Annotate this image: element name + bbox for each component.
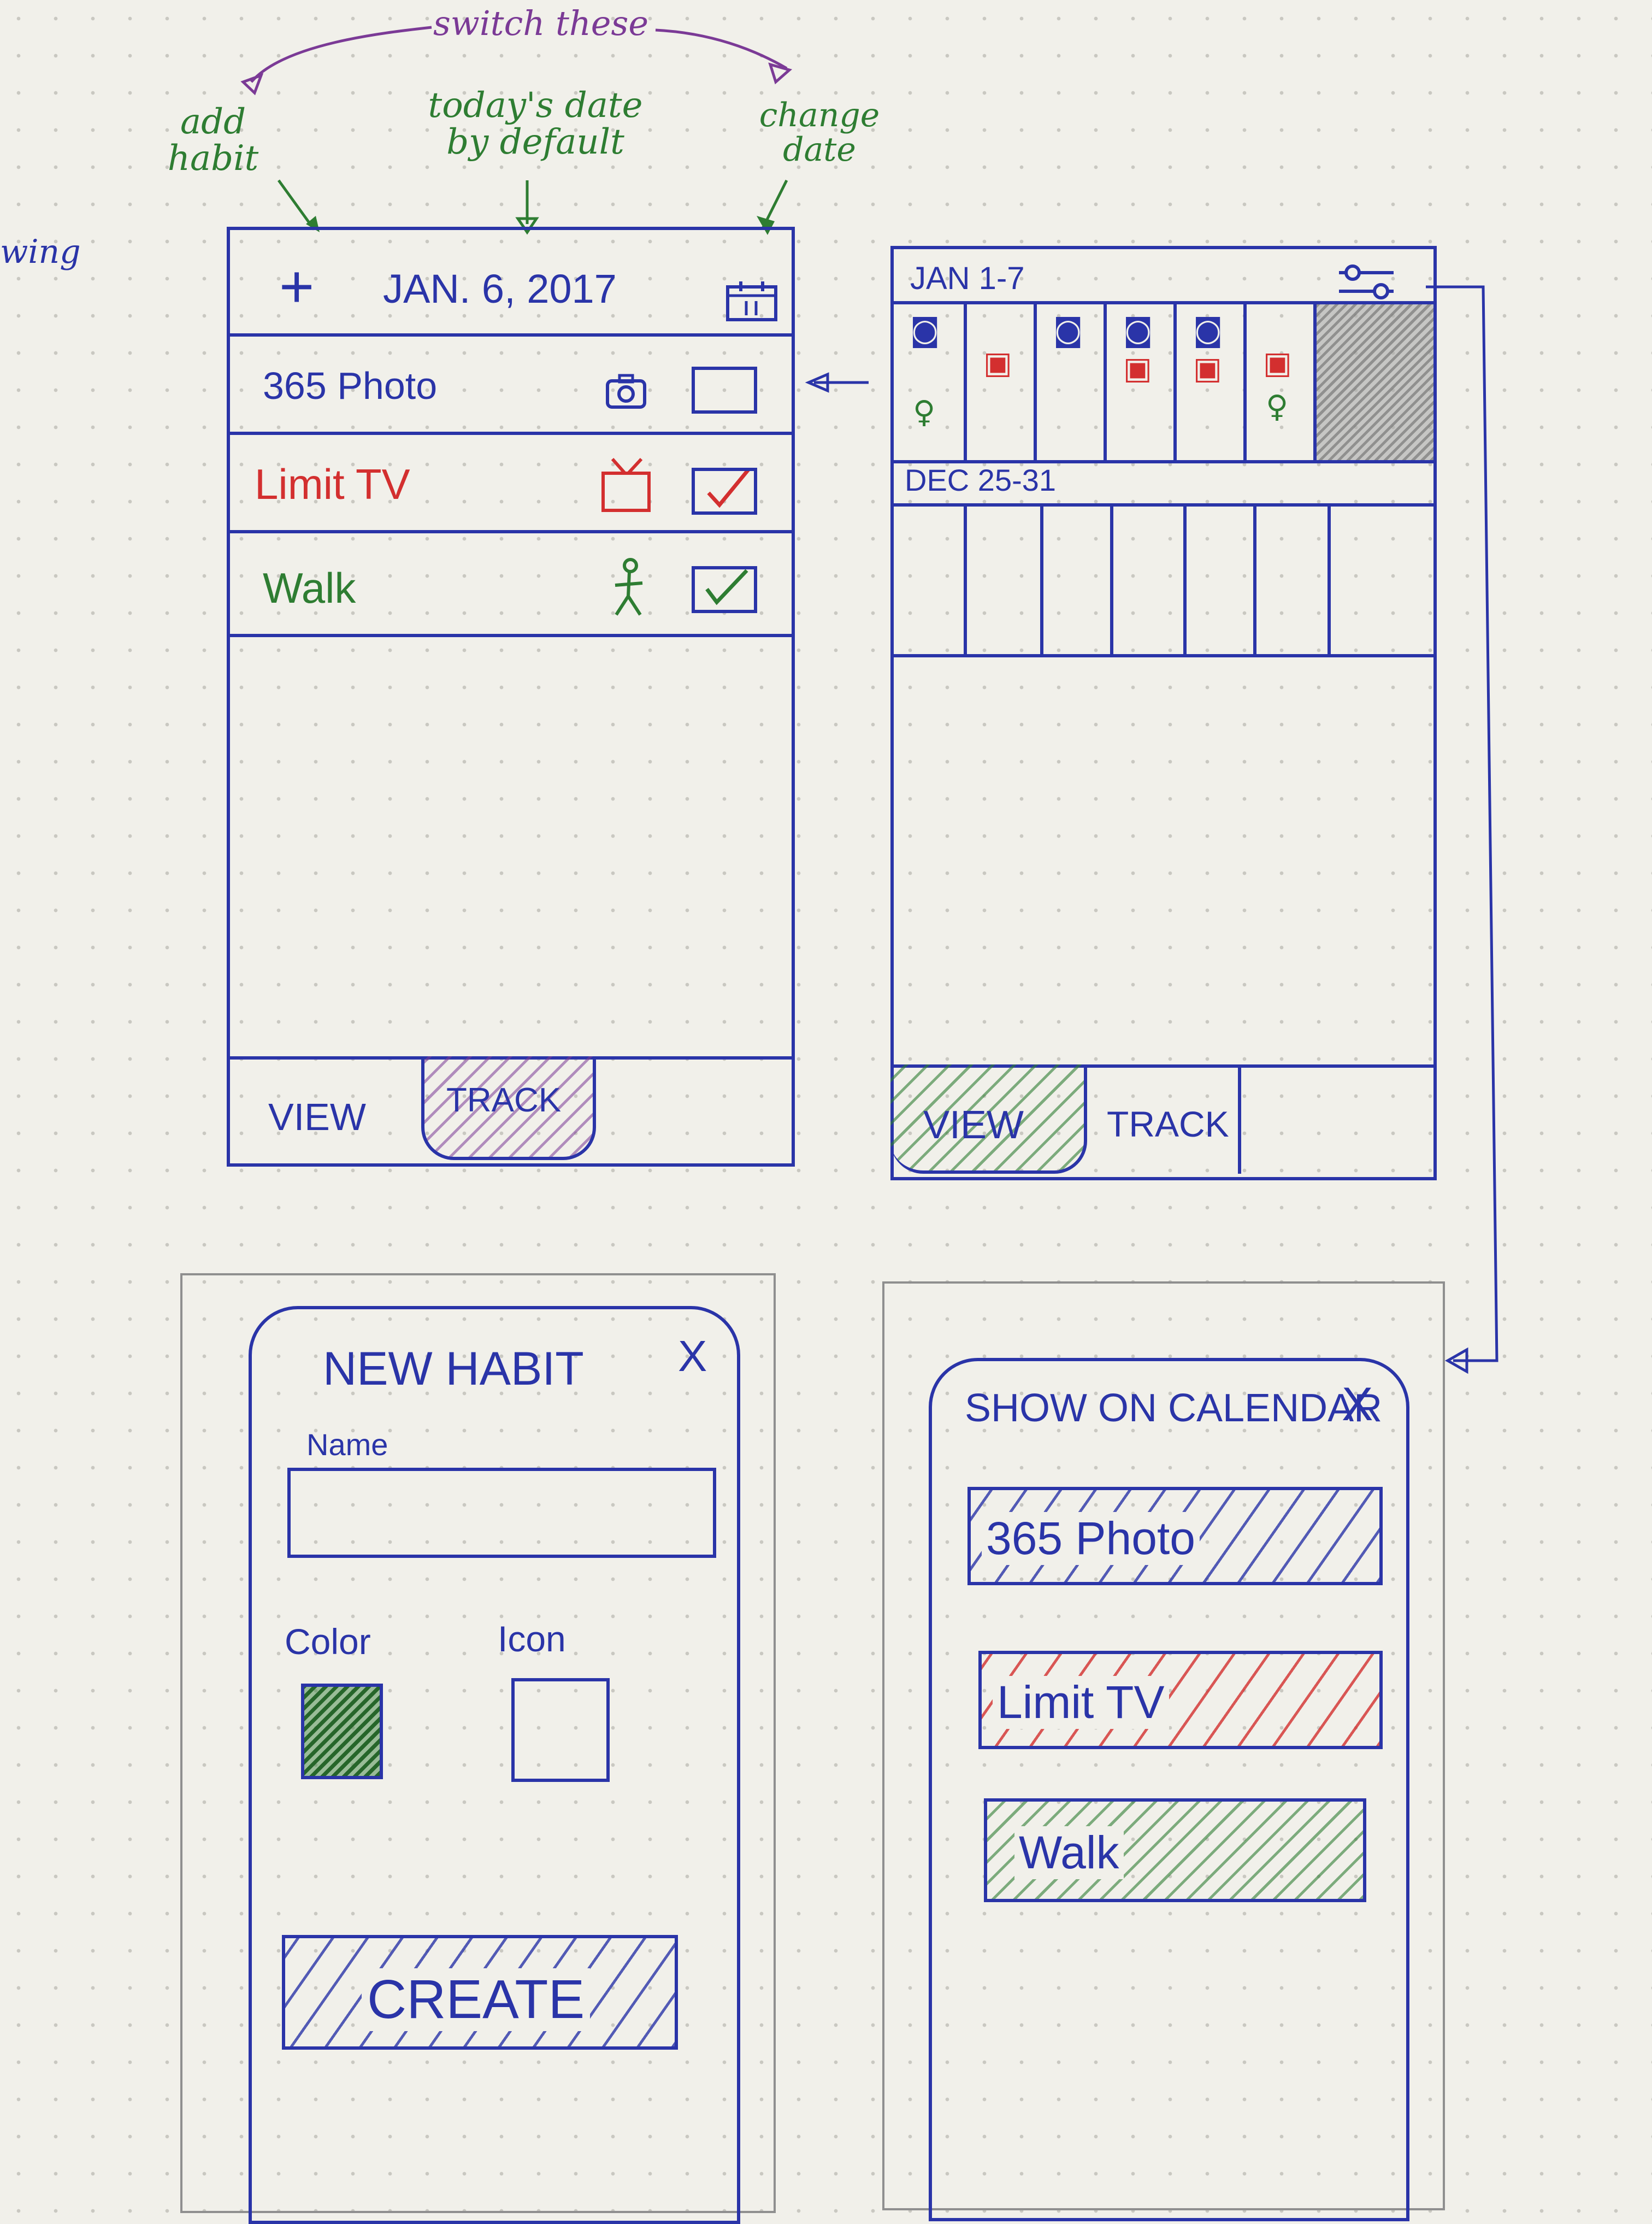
- tv-icon: ▣: [1193, 351, 1222, 386]
- habit-name: Limit TV: [255, 460, 410, 508]
- day-cell[interactable]: [1253, 507, 1328, 654]
- tab-track-label: TRACK: [446, 1081, 562, 1119]
- calendar-toggle-item[interactable]: 365 Photo: [967, 1487, 1383, 1585]
- day-cell[interactable]: [894, 507, 964, 654]
- habit-name: 365 Photo: [263, 364, 438, 407]
- week-label-dec: DEC 25-31: [905, 463, 1057, 497]
- check-icon: [705, 569, 748, 605]
- track-header: + JAN. 6, 2017: [230, 230, 792, 337]
- icon-picker[interactable]: [511, 1678, 610, 1782]
- camera-icon: [606, 374, 646, 409]
- habit-row[interactable]: 365 Photo: [230, 337, 792, 435]
- week-grid-dec: [894, 503, 1433, 657]
- calendar-toggle-item[interactable]: Limit TV: [978, 1651, 1383, 1749]
- show-calendar-modal: SHOW ON CALENDAR X 365 Photo Limit TV Wa…: [929, 1358, 1409, 2221]
- week-grid-jan: ◙ ♀ ▣ ◙ ◙ ▣ ◙ ▣ ▣ ♀: [894, 301, 1433, 463]
- new-habit-title: NEW HABIT: [323, 1343, 584, 1395]
- day-cell[interactable]: [964, 507, 1040, 654]
- annotation-add-habit: add habit: [167, 102, 259, 179]
- camera-icon: ◙: [1123, 313, 1153, 348]
- add-habit-button[interactable]: +: [279, 252, 314, 321]
- name-input[interactable]: [287, 1468, 716, 1558]
- day-cell-future: [1313, 304, 1433, 460]
- habit-row[interactable]: Limit TV: [230, 435, 792, 533]
- new-habit-modal: NEW HABIT X Name Color Icon CREATE: [249, 1306, 740, 2224]
- habit-checkbox[interactable]: [692, 468, 757, 515]
- calendar-toggle-item[interactable]: Walk: [984, 1798, 1366, 1902]
- tab-view-label: VIEW: [923, 1103, 1024, 1147]
- day-cell[interactable]: ◙ ▣: [1104, 304, 1173, 460]
- calendar-toggle-label: Limit TV: [993, 1676, 1169, 1729]
- view-screen: JAN 1-7 ◙ ♀ ▣ ◙ ◙ ▣ ◙ ▣ ▣ ♀ DEC 25-31 VI…: [890, 246, 1437, 1180]
- annotation-todays-date: today's date by default: [428, 85, 643, 163]
- day-cell[interactable]: [1040, 507, 1110, 654]
- view-tab-bar: VIEW TRACK: [890, 1064, 1433, 1177]
- tv-icon: ▣: [983, 345, 1012, 381]
- color-label: Color: [285, 1621, 371, 1662]
- calendar-toggle-label: Walk: [1014, 1826, 1124, 1879]
- tab-view[interactable]: VIEW: [268, 1095, 366, 1139]
- day-cell[interactable]: [1328, 507, 1433, 654]
- walker-icon: [615, 558, 643, 616]
- day-cell[interactable]: [1110, 507, 1183, 654]
- color-picker[interactable]: [301, 1684, 383, 1779]
- calendar-toggle-label: 365 Photo: [982, 1512, 1200, 1565]
- week-label-jan: JAN 1-7: [910, 261, 1025, 296]
- calendar-icon[interactable]: [724, 279, 779, 323]
- day-cell[interactable]: ▣ ♀: [1243, 304, 1313, 460]
- tab-view[interactable]: VIEW: [890, 1064, 1087, 1174]
- habit-checkbox[interactable]: [692, 566, 757, 613]
- track-screen: + JAN. 6, 2017 365 Photo Limit TV Walk V…: [227, 227, 795, 1167]
- annotation-change-date: change date: [759, 96, 880, 169]
- day-cell[interactable]: ◙ ▣: [1173, 304, 1243, 460]
- show-calendar-title: SHOW ON CALENDAR: [965, 1386, 1383, 1430]
- walker-icon: ♀: [1266, 389, 1289, 425]
- tab-track[interactable]: TRACK: [1107, 1103, 1229, 1145]
- tab-track[interactable]: TRACK: [421, 1056, 596, 1160]
- annotation-switch-these: switch these: [433, 3, 649, 43]
- check-icon: [707, 471, 750, 508]
- name-label: Name: [306, 1427, 388, 1462]
- close-icon[interactable]: X: [1342, 1378, 1373, 1432]
- sliders-icon[interactable]: [1336, 263, 1396, 301]
- day-cell[interactable]: [1183, 507, 1253, 654]
- day-cell[interactable]: ▣: [964, 304, 1034, 460]
- tv-icon: [601, 457, 651, 512]
- day-cell[interactable]: ◙: [1034, 304, 1104, 460]
- walker-icon: ♀: [913, 395, 936, 430]
- tv-icon: ▣: [1123, 351, 1152, 386]
- current-date: JAN. 6, 2017: [383, 266, 617, 311]
- tv-icon: ▣: [1263, 345, 1292, 381]
- camera-icon: ◙: [1053, 313, 1083, 348]
- create-button[interactable]: CREATE: [282, 1935, 678, 2050]
- day-cell[interactable]: ◙ ♀: [894, 304, 964, 460]
- habit-name: Walk: [263, 564, 356, 612]
- camera-icon: ◙: [910, 313, 940, 348]
- annotation-partial: wing: [0, 233, 81, 271]
- habit-row[interactable]: Walk: [230, 533, 792, 637]
- camera-icon: ◙: [1193, 313, 1223, 348]
- track-tab-bar: VIEW TRACK: [230, 1056, 792, 1163]
- icon-label: Icon: [498, 1619, 566, 1659]
- habit-checkbox[interactable]: [692, 367, 757, 414]
- create-button-label: CREATE: [362, 1968, 591, 2031]
- close-icon[interactable]: X: [678, 1331, 707, 1381]
